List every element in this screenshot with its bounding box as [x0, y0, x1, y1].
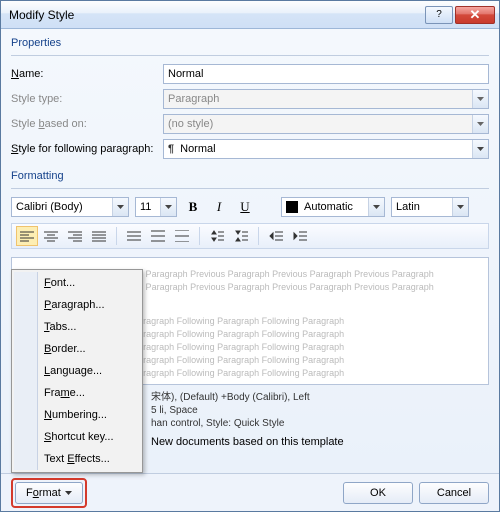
- line-spacing-2-button[interactable]: [171, 226, 193, 246]
- formatting-row-font: Calibri (Body) 11 B I U Automatic Latin: [11, 197, 489, 217]
- bold-button[interactable]: B: [183, 197, 203, 217]
- space-before-dec-button[interactable]: [230, 226, 252, 246]
- cancel-button[interactable]: Cancel: [419, 482, 489, 504]
- chevron-down-icon: [472, 115, 488, 133]
- chevron-down-icon: [160, 198, 176, 216]
- chevron-down-icon: [472, 90, 488, 108]
- ok-button[interactable]: OK: [343, 482, 413, 504]
- name-input[interactable]: Normal: [163, 64, 489, 84]
- properties-group-label: Properties: [11, 37, 489, 49]
- title-bar: Modify Style ? ✕: [1, 1, 499, 29]
- paragraph-icon: ¶: [168, 143, 174, 155]
- increase-indent-button[interactable]: [289, 226, 311, 246]
- align-right-button[interactable]: [64, 226, 86, 246]
- template-checkbox-label: New documents based on this template: [151, 436, 344, 448]
- format-menu: Font... Paragraph... Tabs... Border... L…: [11, 269, 143, 473]
- formatting-row-align: [11, 223, 489, 249]
- format-button[interactable]: Format: [15, 482, 83, 504]
- menu-item-tabs[interactable]: Tabs...: [14, 316, 140, 338]
- decrease-indent-button[interactable]: [265, 226, 287, 246]
- align-justify-button[interactable]: [88, 226, 110, 246]
- line-spacing-1-button[interactable]: [123, 226, 145, 246]
- line-spacing-15-button[interactable]: [147, 226, 169, 246]
- template-checkbox-row: New documents based on this template: [151, 436, 489, 448]
- chevron-down-icon: [472, 140, 488, 158]
- style-type-label: Style type:: [11, 93, 163, 105]
- close-button[interactable]: ✕: [455, 6, 495, 24]
- chevron-down-icon: [368, 198, 384, 216]
- script-combo[interactable]: Latin: [391, 197, 469, 217]
- name-label: Name:: [11, 68, 163, 80]
- font-size-combo[interactable]: 11: [135, 197, 177, 217]
- font-family-combo[interactable]: Calibri (Body): [11, 197, 129, 217]
- style-following-combo[interactable]: ¶ Normal: [163, 139, 489, 159]
- font-color-combo[interactable]: Automatic: [281, 197, 385, 217]
- modify-style-dialog: Modify Style ? ✕ Properties Name: Normal…: [0, 0, 500, 512]
- dialog-body: Properties Name: Normal Style type: Para…: [1, 29, 499, 473]
- space-before-inc-button[interactable]: [206, 226, 228, 246]
- color-swatch-icon: [286, 201, 298, 213]
- menu-item-shortcut[interactable]: Shortcut key...: [14, 426, 140, 448]
- chevron-down-icon: [112, 198, 128, 216]
- menu-item-border[interactable]: Border...: [14, 338, 140, 360]
- formatting-group-label: Formatting: [11, 170, 489, 182]
- underline-button[interactable]: U: [235, 197, 255, 217]
- menu-item-numbering[interactable]: Numbering...: [14, 404, 140, 426]
- menu-item-paragraph[interactable]: Paragraph...: [14, 294, 140, 316]
- style-based-on-combo: (no style): [163, 114, 489, 134]
- align-center-button[interactable]: [40, 226, 62, 246]
- menu-item-frame[interactable]: Frame...: [14, 382, 140, 404]
- align-left-button[interactable]: [16, 226, 38, 246]
- style-following-label: Style for following paragraph:: [11, 143, 163, 155]
- italic-button[interactable]: I: [209, 197, 229, 217]
- chevron-down-icon: [65, 491, 72, 495]
- help-button[interactable]: ?: [425, 6, 453, 24]
- chevron-down-icon: [452, 198, 468, 216]
- style-based-on-label: Style based on:: [11, 118, 163, 130]
- window-title: Modify Style: [9, 8, 423, 22]
- style-type-combo: Paragraph: [163, 89, 489, 109]
- dialog-footer: Format OK Cancel: [1, 473, 499, 511]
- menu-item-text-effects[interactable]: Text Effects...: [14, 448, 140, 470]
- menu-item-font[interactable]: Font...: [14, 272, 140, 294]
- menu-item-language[interactable]: Language...: [14, 360, 140, 382]
